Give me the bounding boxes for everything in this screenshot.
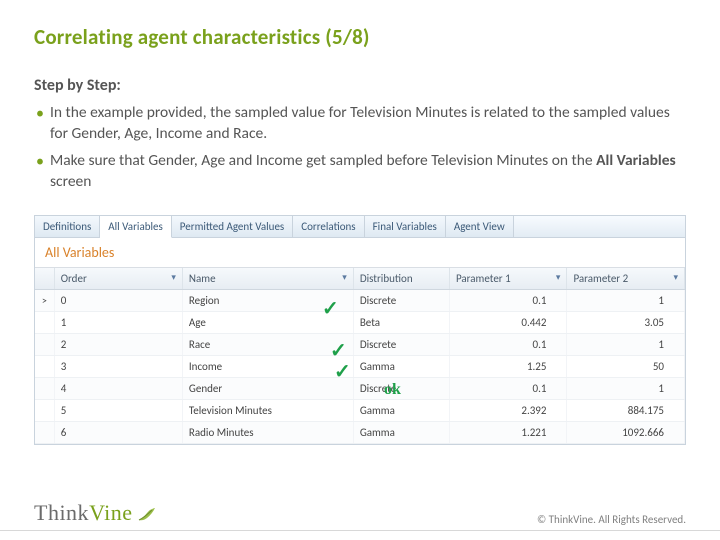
filter-icon[interactable]: ▾	[556, 272, 561, 283]
row-selector[interactable]	[35, 355, 54, 377]
row-selector[interactable]	[35, 377, 54, 399]
row-selector[interactable]: >	[35, 289, 54, 311]
cell-parameter-2: 1	[567, 289, 685, 311]
cell-name: Region	[182, 289, 353, 311]
table-row[interactable]: 2RaceDiscrete0.11	[35, 333, 685, 355]
thinkvine-logo: ThinkVine	[34, 500, 157, 526]
col-parameter-2[interactable]: Parameter 2▾	[567, 268, 685, 290]
cell-distribution: Gamma	[353, 399, 449, 421]
cell-name: Income	[182, 355, 353, 377]
tab-all-variables[interactable]: All Variables	[100, 216, 172, 238]
cell-parameter-2: 1092.666	[567, 421, 685, 443]
cell-distribution: Gamma	[353, 421, 449, 443]
cell-order: 5	[54, 399, 182, 421]
col-parameter-1[interactable]: Parameter 1▾	[449, 268, 567, 290]
bold-term: All Variables	[596, 151, 676, 170]
cell-parameter-2: 3.05	[567, 311, 685, 333]
cell-parameter-1: 0.1	[449, 377, 567, 399]
table-row[interactable]: 1AgeBeta0.4423.05	[35, 311, 685, 333]
cell-name: Gender	[182, 377, 353, 399]
cell-parameter-1: 0.442	[449, 311, 567, 333]
col-order[interactable]: Order▾	[54, 268, 182, 290]
ok-annotation: ok	[384, 381, 401, 399]
cell-parameter-1: 1.221	[449, 421, 567, 443]
tab-agent-view[interactable]: Agent View	[446, 216, 514, 237]
bullet-list: In the example provided, the sampled val…	[34, 103, 686, 193]
cell-order: 0	[54, 289, 182, 311]
row-selector[interactable]	[35, 421, 54, 443]
col-distribution[interactable]: Distribution	[353, 268, 449, 290]
variables-panel: Definitions All Variables Permitted Agen…	[34, 215, 686, 445]
logo-part-think: Think	[34, 500, 89, 526]
copyright-text: © ThinkVine. All Rights Reserved.	[537, 513, 686, 526]
step-by-step-label: Step by Step:	[34, 76, 686, 95]
filter-icon[interactable]: ▾	[342, 272, 347, 283]
table-row[interactable]: 3IncomeGamma1.2550	[35, 355, 685, 377]
cell-distribution: Gamma	[353, 355, 449, 377]
cell-parameter-2: 1	[567, 377, 685, 399]
cell-order: 2	[54, 333, 182, 355]
cell-order: 4	[54, 377, 182, 399]
row-selector[interactable]	[35, 333, 54, 355]
footer-divider	[0, 530, 720, 531]
tab-final-variables[interactable]: Final Variables	[365, 216, 446, 237]
logo-part-vine: Vine	[89, 500, 132, 526]
filter-icon[interactable]: ▾	[171, 272, 176, 283]
tab-correlations[interactable]: Correlations	[293, 216, 364, 237]
cell-parameter-2: 1	[567, 333, 685, 355]
cell-parameter-2: 884.175	[567, 399, 685, 421]
cell-name: Race	[182, 333, 353, 355]
slide-title: Correlating agent characteristics (5/8)	[34, 24, 686, 50]
filter-icon[interactable]: ▾	[673, 272, 678, 283]
cell-order: 6	[54, 421, 182, 443]
cell-name: Age	[182, 311, 353, 333]
table-row[interactable]: 6Radio MinutesGamma1.2211092.666	[35, 421, 685, 443]
bullet-item: Make sure that Gender, Age and Income ge…	[34, 151, 686, 193]
cell-distribution: Discrete	[353, 333, 449, 355]
variables-table: Order▾ Name▾ Distribution Parameter 1▾ P…	[35, 268, 685, 444]
table-row[interactable]: 4GenderDiscrete0.11	[35, 377, 685, 399]
cell-parameter-1: 1.25	[449, 355, 567, 377]
row-selector[interactable]	[35, 399, 54, 421]
table-row[interactable]: 5Television MinutesGamma2.392884.175	[35, 399, 685, 421]
bullet-item: In the example provided, the sampled val…	[34, 103, 686, 145]
panel-subtitle: All Variables	[35, 238, 685, 268]
cell-distribution: Beta	[353, 311, 449, 333]
cell-name: Television Minutes	[182, 399, 353, 421]
cell-distribution: Discrete	[353, 289, 449, 311]
tab-bar: Definitions All Variables Permitted Agen…	[35, 216, 685, 238]
row-selector[interactable]	[35, 311, 54, 333]
cell-name: Radio Minutes	[182, 421, 353, 443]
tab-permitted-agent-values[interactable]: Permitted Agent Values	[172, 216, 293, 237]
cell-order: 3	[54, 355, 182, 377]
tab-definitions[interactable]: Definitions	[35, 216, 100, 237]
col-name[interactable]: Name▾	[182, 268, 353, 290]
row-selector-header	[35, 268, 54, 290]
cell-parameter-2: 50	[567, 355, 685, 377]
leaf-icon	[137, 506, 157, 522]
cell-order: 1	[54, 311, 182, 333]
cell-parameter-1: 0.1	[449, 333, 567, 355]
cell-parameter-1: 0.1	[449, 289, 567, 311]
cell-parameter-1: 2.392	[449, 399, 567, 421]
cell-distribution: Discrete	[353, 377, 449, 399]
table-row[interactable]: >0RegionDiscrete0.11	[35, 289, 685, 311]
